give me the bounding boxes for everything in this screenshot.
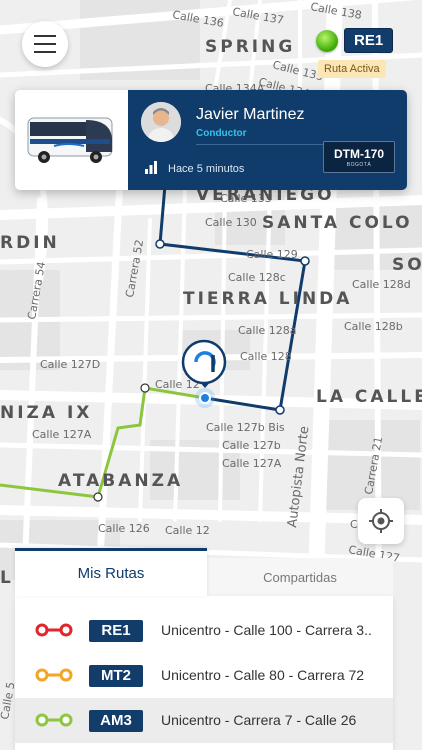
driver-avatar xyxy=(141,102,181,142)
route-row-am3[interactable]: AM3 Unicentro - Carrera 7 - Calle 26 xyxy=(15,698,393,743)
crosshair-icon xyxy=(369,509,393,533)
street-label: Calle 129 xyxy=(246,248,298,261)
active-route-code: RE1 xyxy=(344,28,394,53)
street-label: Calle 128b xyxy=(344,320,403,333)
active-route-indicator[interactable]: RE1 xyxy=(316,28,394,53)
route-line-icon xyxy=(35,623,73,637)
street-label: Calle 127A xyxy=(32,428,92,441)
street-label: Calle 128a xyxy=(238,324,297,337)
route-description: Unicentro - Calle 100 - Carrera 3.. xyxy=(161,622,372,638)
license-plate: DTM-170 BOGOTÁ xyxy=(323,141,395,173)
driver-name: Javier Martinez xyxy=(196,106,305,123)
neighborhood-label: LA CALLE xyxy=(316,387,422,407)
street-label: Calle 12 xyxy=(165,524,210,537)
routes-panel: Mis Rutas Compartidas RE1 Unicentro - Ca… xyxy=(15,548,407,750)
street-label: Calle 127A xyxy=(222,457,282,470)
route-row-mt2[interactable]: MT2 Unicentro - Calle 80 - Carrera 72 xyxy=(15,653,393,698)
driver-card[interactable]: Javier Martinez Conductor Hace 5 minutos… xyxy=(15,90,407,190)
driver-role: Conductor xyxy=(196,128,247,139)
bus-image xyxy=(15,90,128,190)
hamburger-icon xyxy=(34,35,56,37)
route-status-dot xyxy=(316,29,338,52)
route-description: Unicentro - Calle 80 - Carrera 72 xyxy=(161,667,365,683)
route-description: Unicentro - Carrera 7 - Calle 26 xyxy=(161,712,357,728)
street-label: Calle 128d xyxy=(352,278,411,291)
neighborhood-label: SO xyxy=(392,255,422,275)
routes-list: RE1 Unicentro - Calle 100 - Carrera 3.. … xyxy=(15,596,393,750)
street-label: Calle 127D xyxy=(40,358,100,371)
street-label: Calle 128 xyxy=(240,350,292,363)
street-label: Calle 127b xyxy=(222,439,281,452)
route-code: AM3 xyxy=(89,710,143,732)
street-label: Calle 130 xyxy=(205,216,257,229)
neighborhood-label: SANTA COLO xyxy=(262,213,413,233)
locate-button[interactable] xyxy=(358,498,404,544)
street-label: Calle 128c xyxy=(228,271,286,284)
menu-button[interactable] xyxy=(22,21,68,67)
neighborhood-label: TIERRA LINDA xyxy=(183,289,352,309)
signal-bars-icon xyxy=(145,161,157,174)
street-label: Calle 127b Bis xyxy=(206,421,285,434)
neighborhood-label: SPRING xyxy=(205,37,295,57)
neighborhood-label: NIZA IX xyxy=(0,403,92,423)
route-code: MT2 xyxy=(89,665,143,687)
route-line-icon xyxy=(35,668,73,682)
street-label: Calle 126 xyxy=(98,522,150,535)
tab-compartidas[interactable]: Compartidas xyxy=(207,558,393,596)
last-update-text: Hace 5 minutos xyxy=(168,163,245,175)
route-status-label: Ruta Activa xyxy=(318,60,386,78)
neighborhood-label: RDIN xyxy=(0,233,60,253)
neighborhood-label: ATABANZA xyxy=(58,471,183,491)
route-line-icon xyxy=(35,713,73,727)
route-code: RE1 xyxy=(89,620,143,642)
plate-city: BOGOTÁ xyxy=(346,162,372,168)
plate-number: DTM-170 xyxy=(333,147,384,161)
route-row-re1[interactable]: RE1 Unicentro - Calle 100 - Carrera 3.. xyxy=(15,608,393,653)
tab-mis-rutas[interactable]: Mis Rutas xyxy=(15,548,207,596)
